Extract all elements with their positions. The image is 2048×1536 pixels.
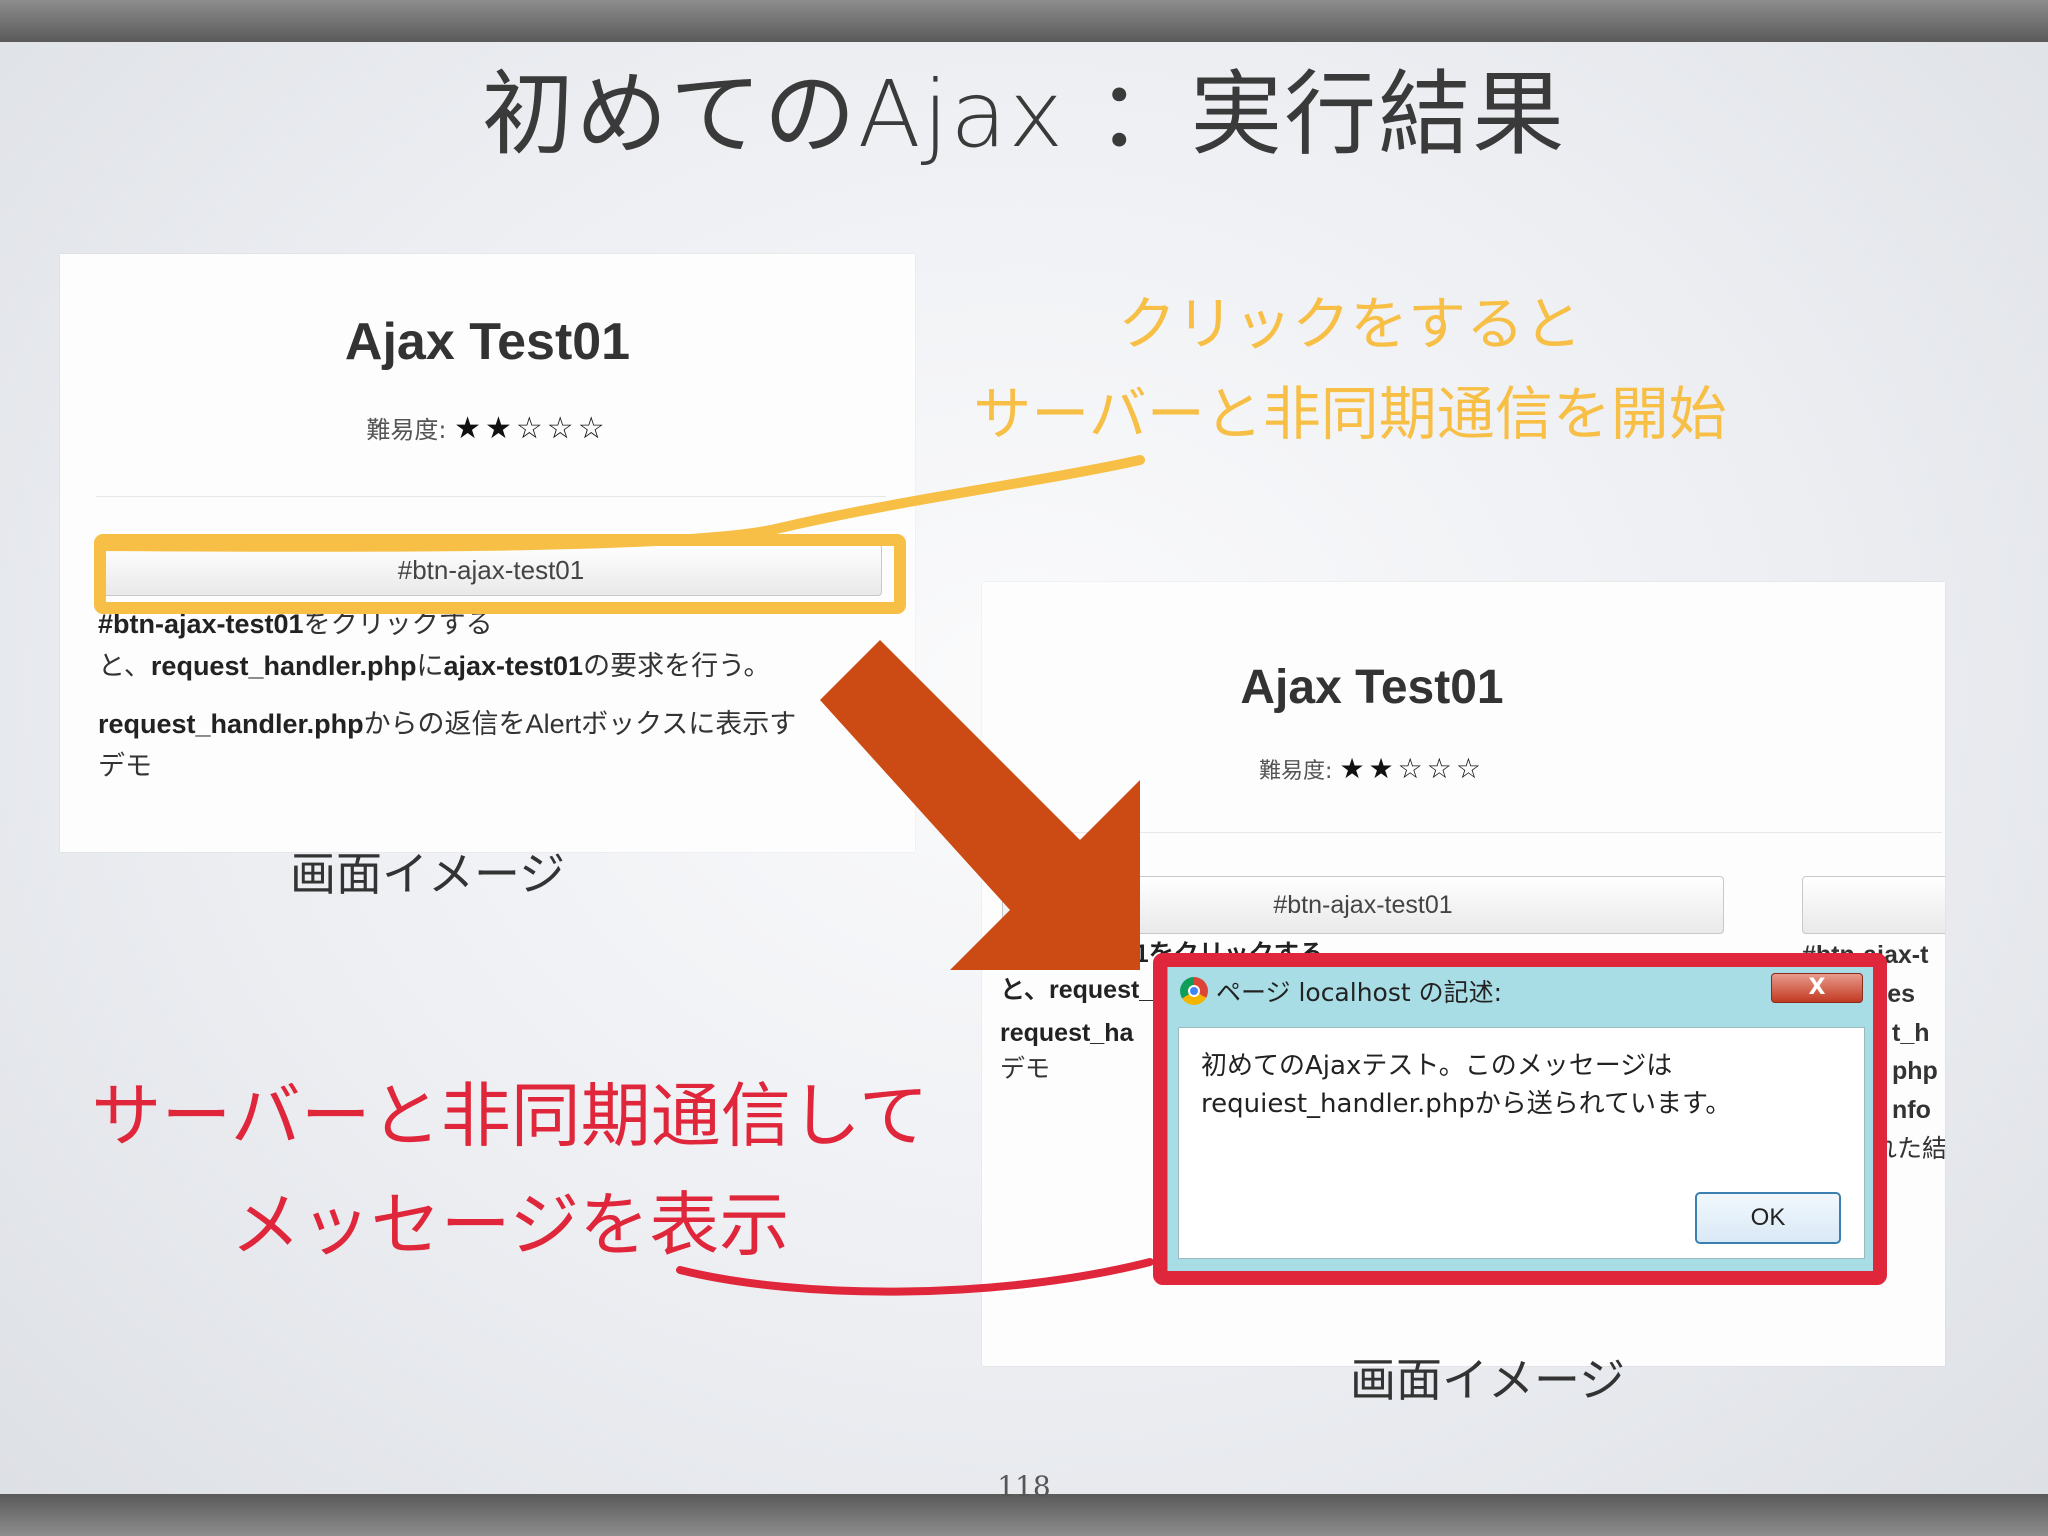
dialog-highlight <box>1153 953 1887 1285</box>
page-number: 118 <box>997 1470 1051 1503</box>
down-right-arrow-icon <box>820 640 1140 970</box>
annotation-overlay <box>94 455 1887 1296</box>
orange-connector-stroke <box>95 455 1145 552</box>
orange-annotation: クリックをすると サーバーと非同期通信を開始 <box>973 290 1727 448</box>
red-annotation: サーバーと非同期通信して メッセージを表示 <box>91 1075 929 1266</box>
